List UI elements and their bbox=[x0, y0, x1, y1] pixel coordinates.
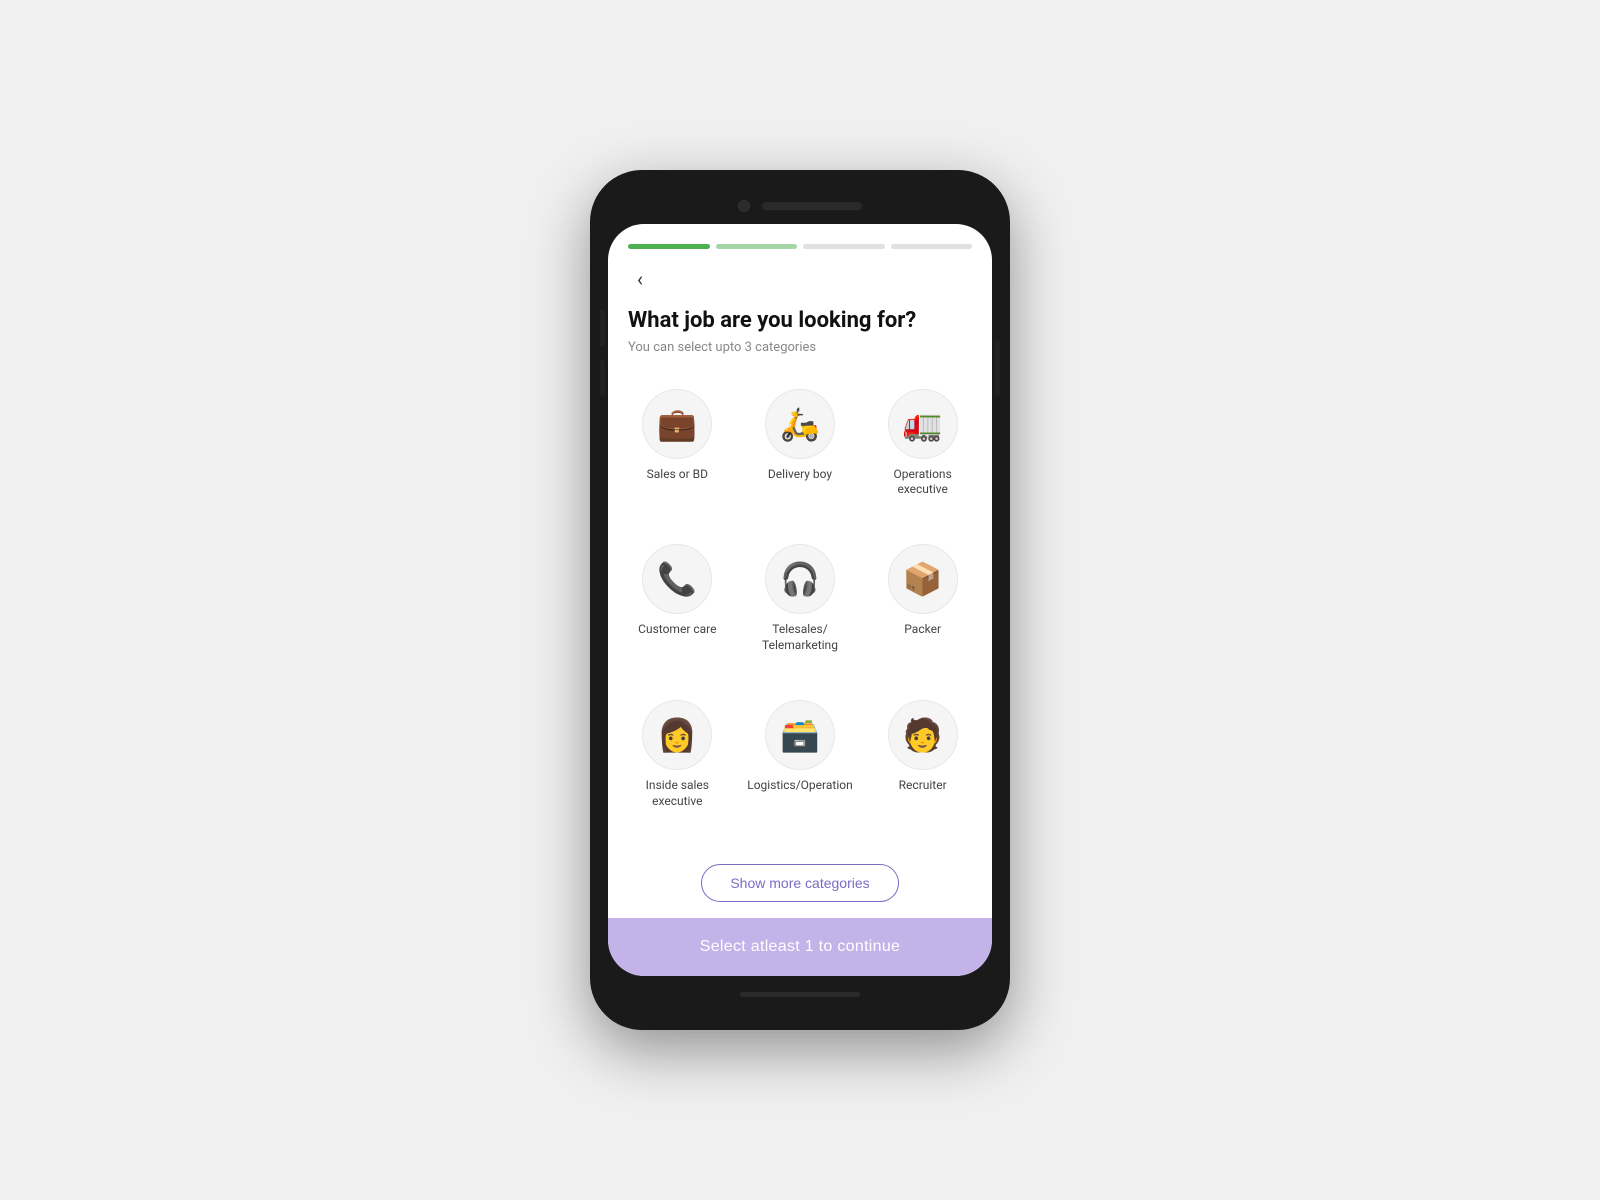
category-icon-customer-care: 📞 bbox=[642, 544, 712, 614]
power-button bbox=[995, 340, 1000, 396]
back-icon: ‹ bbox=[628, 267, 652, 291]
category-item-telesales-telemarketing[interactable]: 🎧 Telesales/ Telemarketing bbox=[739, 530, 862, 686]
title-area: What job are you looking for? You can se… bbox=[608, 295, 992, 363]
page-title: What job are you looking for? bbox=[628, 307, 972, 336]
progress-segment-1 bbox=[628, 244, 710, 249]
vol-down-button bbox=[600, 360, 605, 396]
categories-grid: 💼 Sales or BD 🛵 Delivery boy 🚛 Operations exe… bbox=[608, 363, 992, 854]
phone-frame: ‹ What job are you looking for? You can … bbox=[590, 170, 1010, 1030]
category-icon-inside-sales-executive: 👩 bbox=[642, 700, 712, 770]
home-indicator bbox=[740, 992, 860, 997]
phone-bottom-bar bbox=[608, 976, 992, 1012]
category-icon-logistics-operation: 🗃️ bbox=[765, 700, 835, 770]
category-label-recruiter: Recruiter bbox=[899, 778, 947, 794]
category-label-packer: Packer bbox=[904, 622, 941, 638]
progress-segment-4 bbox=[891, 244, 973, 249]
category-label-inside-sales-executive: Inside sales executive bbox=[624, 778, 731, 809]
category-icon-delivery-boy: 🛵 bbox=[765, 389, 835, 459]
category-label-operations-executive: Operations executive bbox=[869, 467, 976, 498]
vol-up-button bbox=[600, 310, 605, 346]
category-label-logistics-operation: Logistics/Operation bbox=[747, 778, 852, 794]
category-icon-sales-bd: 💼 bbox=[642, 389, 712, 459]
category-label-sales-bd: Sales or BD bbox=[647, 467, 708, 483]
continue-button[interactable]: Select atleast 1 to continue bbox=[608, 918, 992, 976]
category-item-inside-sales-executive[interactable]: 👩 Inside sales executive bbox=[616, 686, 739, 842]
back-button[interactable]: ‹ bbox=[608, 259, 992, 295]
show-more-button[interactable]: Show more categories bbox=[701, 864, 898, 902]
page-subtitle: You can select upto 3 categories bbox=[628, 340, 972, 355]
show-more-area: Show more categories bbox=[608, 854, 992, 918]
category-icon-operations-executive: 🚛 bbox=[888, 389, 958, 459]
category-item-logistics-operation[interactable]: 🗃️ Logistics/Operation bbox=[739, 686, 862, 842]
category-item-customer-care[interactable]: 📞 Customer care bbox=[616, 530, 739, 686]
category-item-delivery-boy[interactable]: 🛵 Delivery boy bbox=[739, 375, 862, 531]
category-item-recruiter[interactable]: 🧑 Recruiter bbox=[861, 686, 984, 842]
category-item-packer[interactable]: 📦 Packer bbox=[861, 530, 984, 686]
progress-bar bbox=[608, 224, 992, 259]
progress-segment-3 bbox=[803, 244, 885, 249]
category-label-delivery-boy: Delivery boy bbox=[768, 467, 832, 483]
screen-content: ‹ What job are you looking for? You can … bbox=[608, 224, 992, 976]
progress-segment-2 bbox=[716, 244, 798, 249]
front-camera bbox=[738, 200, 750, 212]
category-label-customer-care: Customer care bbox=[638, 622, 716, 638]
category-item-sales-bd[interactable]: 💼 Sales or BD bbox=[616, 375, 739, 531]
category-icon-recruiter: 🧑 bbox=[888, 700, 958, 770]
category-icon-telesales-telemarketing: 🎧 bbox=[765, 544, 835, 614]
category-item-operations-executive[interactable]: 🚛 Operations executive bbox=[861, 375, 984, 531]
phone-speaker bbox=[762, 202, 862, 210]
phone-notch bbox=[608, 188, 992, 224]
continue-area: Select atleast 1 to continue bbox=[608, 918, 992, 976]
phone-screen: ‹ What job are you looking for? You can … bbox=[608, 224, 992, 976]
category-icon-packer: 📦 bbox=[888, 544, 958, 614]
category-label-telesales-telemarketing: Telesales/ Telemarketing bbox=[747, 622, 854, 653]
